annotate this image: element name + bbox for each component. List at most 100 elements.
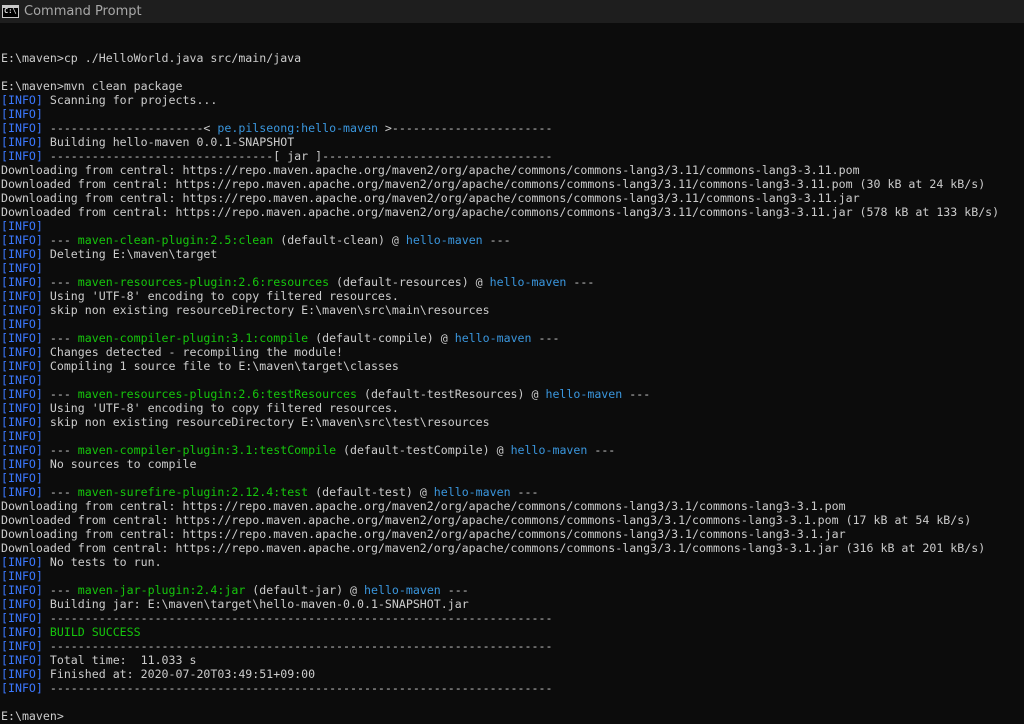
log-level-tag: [INFO]	[1, 653, 43, 667]
console-line: [INFO]	[1, 261, 1024, 275]
log-level-tag: [INFO]	[1, 387, 43, 401]
console-text: ---	[440, 583, 469, 597]
project-name: hello-maven	[510, 443, 588, 457]
console-line: Downloaded from central: https://repo.ma…	[1, 541, 1024, 555]
console-line: [INFO] skip non existing resourceDirecto…	[1, 415, 1024, 429]
console-text: Compiling 1 source file to E:\maven\targ…	[42, 359, 399, 373]
console-text: Downloading from central: https://repo.m…	[1, 499, 846, 513]
log-level-tag: [INFO]	[1, 485, 43, 499]
log-level-tag: [INFO]	[1, 625, 43, 639]
log-level-tag: [INFO]	[1, 611, 43, 625]
log-level-tag: [INFO]	[1, 443, 43, 457]
plugin-goal: BUILD SUCCESS	[49, 625, 141, 639]
console-line: [INFO] ---------------------------------…	[1, 639, 1024, 653]
console-text: (default-test) @	[308, 485, 434, 499]
console-text: Building hello-maven 0.0.1-SNAPSHOT	[42, 135, 295, 149]
log-level-tag: [INFO]	[1, 93, 43, 107]
console-text: Downloading from central: https://repo.m…	[1, 163, 860, 177]
log-level-tag: [INFO]	[1, 261, 43, 275]
console-line: [INFO] --- maven-resources-plugin:2.6:re…	[1, 275, 1024, 289]
console-text: ----------------------------------------…	[42, 611, 553, 625]
console-output[interactable]: E:\maven>cp ./HelloWorld.java src/main/j…	[1, 23, 1024, 724]
console-text: ---	[622, 387, 651, 401]
log-level-tag: [INFO]	[1, 149, 43, 163]
plugin-goal: maven-resources-plugin:2.6:resources	[77, 275, 330, 289]
log-level-tag: [INFO]	[1, 429, 43, 443]
console-text: E:\maven>cp ./HelloWorld.java src/main/j…	[1, 51, 302, 65]
console-line: [INFO] Changes detected - recompiling th…	[1, 345, 1024, 359]
console-text: E:\maven>mvn clean package	[1, 79, 183, 93]
console-line: [INFO] No tests to run.	[1, 555, 1024, 569]
console-line: [INFO] --- maven-clean-plugin:2.5:clean …	[1, 233, 1024, 247]
log-level-tag: [INFO]	[1, 597, 43, 611]
console-text: (default-testResources) @	[357, 387, 546, 401]
console-text: Downloaded from central: https://repo.ma…	[1, 205, 1000, 219]
console-line: [INFO]	[1, 471, 1024, 485]
plugin-goal: maven-compiler-plugin:3.1:compile	[77, 331, 309, 345]
console-text: ---	[42, 275, 78, 289]
log-level-tag: [INFO]	[1, 247, 43, 261]
console-line: Downloading from central: https://repo.m…	[1, 527, 1024, 541]
console-text: ---	[587, 443, 616, 457]
console-text: (default-clean) @	[273, 233, 406, 247]
log-level-tag: [INFO]	[1, 555, 43, 569]
plugin-goal: maven-surefire-plugin:2.12.4:test	[77, 485, 309, 499]
console-text: ---	[42, 331, 78, 345]
console-text: E:\maven>	[1, 709, 64, 723]
console-text: ----------------------<	[42, 121, 218, 135]
console-line: E:\maven>	[1, 709, 1024, 723]
log-level-tag: [INFO]	[1, 107, 43, 121]
log-level-tag: [INFO]	[1, 345, 43, 359]
log-level-tag: [INFO]	[1, 457, 43, 471]
console-text: Using 'UTF-8' encoding to copy filtered …	[42, 289, 399, 303]
command-prompt-window: C:\ Command Prompt E:\maven>cp ./HelloWo…	[0, 0, 1024, 724]
console-text: ----------------------------------------…	[42, 681, 553, 695]
console-line: E:\maven>mvn clean package	[1, 79, 1024, 93]
project-name: pe.pilseong:hello-maven	[217, 121, 378, 135]
console-line: [INFO]	[1, 373, 1024, 387]
console-line: [INFO] --------------------------------[…	[1, 149, 1024, 163]
log-level-tag: [INFO]	[1, 681, 43, 695]
console-line: E:\maven>cp ./HelloWorld.java src/main/j…	[1, 51, 1024, 65]
console-line: [INFO] --- maven-resources-plugin:2.6:te…	[1, 387, 1024, 401]
project-name: hello-maven	[405, 233, 483, 247]
project-name: hello-maven	[489, 275, 567, 289]
console-text: (default-testCompile) @	[336, 443, 511, 457]
console-text: (default-compile) @	[308, 331, 455, 345]
console-text: No sources to compile	[42, 457, 197, 471]
log-level-tag: [INFO]	[1, 569, 43, 583]
plugin-goal: maven-resources-plugin:2.6:testResources	[77, 387, 357, 401]
console-text: ---	[42, 233, 78, 247]
console-line: [INFO] BUILD SUCCESS	[1, 625, 1024, 639]
plugin-goal: maven-jar-plugin:2.4:jar	[77, 583, 246, 597]
console-text: Finished at: 2020-07-20T03:49:51+09:00	[42, 667, 316, 681]
log-level-tag: [INFO]	[1, 667, 43, 681]
console-line: [INFO]	[1, 219, 1024, 233]
console-line: [INFO] ---------------------------------…	[1, 681, 1024, 695]
console-text: (default-resources) @	[329, 275, 490, 289]
console-line: [INFO] Using 'UTF-8' encoding to copy fi…	[1, 289, 1024, 303]
console-line: Downloading from central: https://repo.m…	[1, 499, 1024, 513]
project-name: hello-maven	[545, 387, 623, 401]
log-level-tag: [INFO]	[1, 233, 43, 247]
console-line: [INFO]	[1, 107, 1024, 121]
cmd-icon: C:\	[2, 5, 19, 18]
console-text: --------------------------------[ jar ]-…	[42, 149, 553, 163]
title-bar[interactable]: C:\ Command Prompt	[0, 0, 1024, 23]
log-level-tag: [INFO]	[1, 219, 43, 233]
console-line: [INFO] Using 'UTF-8' encoding to copy fi…	[1, 401, 1024, 415]
log-level-tag: [INFO]	[1, 359, 43, 373]
console-text: Downloaded from central: https://repo.ma…	[1, 541, 986, 555]
console-line: Downloaded from central: https://repo.ma…	[1, 513, 1024, 527]
console-line: [INFO] ----------------------< pe.pilseo…	[1, 121, 1024, 135]
console-text: ---	[42, 387, 78, 401]
log-level-tag: [INFO]	[1, 317, 43, 331]
log-level-tag: [INFO]	[1, 373, 43, 387]
plugin-goal: maven-clean-plugin:2.5:clean	[77, 233, 274, 247]
console-line: [INFO] Building jar: E:\maven\target\hel…	[1, 597, 1024, 611]
console-text: >-----------------------	[377, 121, 553, 135]
console-line: [INFO]	[1, 569, 1024, 583]
